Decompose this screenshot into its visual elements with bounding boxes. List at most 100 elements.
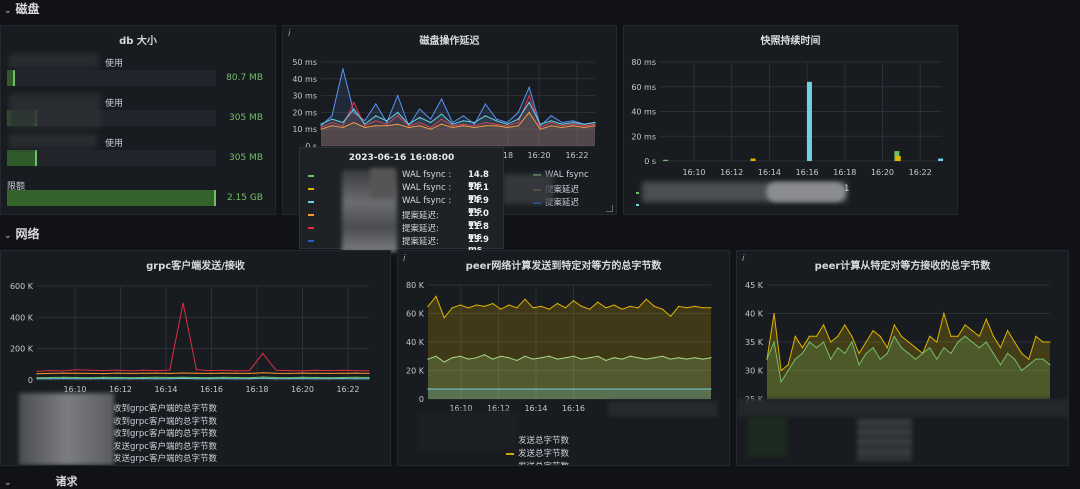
row-bottom-toggle[interactable]: ⌄诸求: [4, 473, 78, 489]
data-point: [419, 108, 420, 109]
row-network-toggle[interactable]: ⌄网络: [4, 225, 40, 242]
data-point: [143, 378, 144, 379]
data-point: [302, 378, 303, 379]
data-point: [993, 353, 994, 354]
data-point: [452, 124, 453, 125]
data-point: [329, 378, 330, 379]
series-area: [428, 389, 711, 399]
data-point: [950, 336, 951, 337]
data-point: [116, 377, 117, 378]
panel-peer-send[interactable]: i peer网络计算发送到特定对等方的总字节数 80 K60 K40 K20 K…: [397, 250, 730, 466]
data-point: [368, 377, 369, 378]
data-point: [551, 120, 552, 121]
redacted-label: [9, 134, 97, 148]
series-line: [37, 377, 369, 378]
data-point: [678, 357, 679, 358]
x-tick-label: 16:22: [565, 151, 588, 160]
legend-label: 收到grpc客户端的总字节数: [113, 417, 217, 427]
data-point: [1021, 353, 1022, 354]
data-point: [929, 347, 930, 348]
legend-item[interactable]: [636, 200, 643, 210]
chevron-down-icon: ⌄: [4, 231, 12, 241]
data-point: [90, 373, 91, 374]
data-point: [516, 360, 517, 361]
data-point: [710, 388, 711, 389]
data-point: [943, 347, 944, 348]
legend-item[interactable]: 收到grpc客户端的总字节数: [101, 415, 217, 427]
data-point: [169, 373, 170, 374]
redacted-legend: [766, 182, 846, 202]
data-point: [262, 376, 263, 377]
data-point: [773, 313, 774, 314]
data-point: [76, 369, 77, 370]
legend-item[interactable]: 发送grpc客户端的总字节数: [101, 440, 217, 452]
data-point: [1028, 364, 1029, 365]
panel-snapshot[interactable]: 快照持续时间 80 ms60 ms40 ms20 ms0 s16:1016:12…: [623, 25, 958, 215]
data-point: [500, 388, 501, 389]
data-point: [529, 102, 530, 103]
legend-item[interactable]: 收到grpc客户端的总字节数: [101, 427, 217, 439]
data-point: [249, 377, 250, 378]
legend-item[interactable]: 收到grpc客户端的总字节数: [101, 402, 217, 414]
data-point: [573, 300, 574, 301]
data-point: [638, 307, 639, 308]
gauge-cap: [13, 70, 15, 86]
legend-label: 发送grpc客户端的总字节数: [113, 454, 217, 464]
panel-peer-recv[interactable]: i peer计算从特定对等方接收的总字节数 45 K40 K35 K30 K25…: [736, 250, 1069, 466]
x-tick-label: 16:16: [796, 168, 819, 177]
data-point: [773, 341, 774, 342]
data-point: [90, 378, 91, 379]
data-point: [529, 87, 530, 88]
resize-handle[interactable]: [606, 205, 613, 212]
data-point: [943, 313, 944, 314]
data-point: [342, 377, 343, 378]
data-point: [795, 336, 796, 337]
y-tick-label: 80 ms: [631, 58, 656, 67]
legend-item[interactable]: 发送总字节数: [506, 460, 569, 466]
data-point: [485, 103, 486, 104]
data-point: [573, 356, 574, 357]
data-point: [654, 306, 655, 307]
panel-grpc[interactable]: grpc客户端发送/接收 600 K400 K200 K016:1016:121…: [0, 250, 391, 466]
data-point: [950, 353, 951, 354]
data-point: [702, 307, 703, 308]
data-point: [621, 388, 622, 389]
data-point: [430, 122, 431, 123]
data-point: [103, 370, 104, 371]
row-disk-title: 磁盘: [16, 2, 40, 16]
data-point: [613, 388, 614, 389]
data-point: [662, 388, 663, 389]
x-tick-label: 16:22: [336, 385, 359, 394]
data-point: [565, 307, 566, 308]
data-point: [262, 378, 263, 379]
bar: [663, 160, 668, 161]
redacted-area: [747, 417, 787, 457]
data-point: [289, 378, 290, 379]
data-point: [508, 388, 509, 389]
data-point: [915, 359, 916, 360]
data-point: [1049, 341, 1050, 342]
legend-swatch: [636, 204, 639, 206]
data-point: [686, 359, 687, 360]
data-point: [63, 377, 64, 378]
data-point: [50, 378, 51, 379]
series-swatch: [308, 214, 314, 216]
redacted-area: [857, 419, 912, 461]
series-line: [37, 373, 369, 374]
data-point: [169, 369, 170, 370]
data-point: [873, 330, 874, 331]
row-disk-toggle[interactable]: ⌄磁盘: [4, 0, 40, 17]
legend-item[interactable]: 发送grpc客户端的总字节数: [101, 452, 217, 464]
data-point: [209, 373, 210, 374]
panel-db-size[interactable]: db 大小 使用80.7 MB使用305 MB使用305 MB限额2.15 GB: [0, 25, 276, 215]
data-point: [460, 304, 461, 305]
data-point: [182, 303, 183, 304]
data-point: [1035, 336, 1036, 337]
legend-item[interactable]: [636, 188, 643, 198]
data-point: [541, 388, 542, 389]
data-point: [116, 378, 117, 379]
data-point: [397, 95, 398, 96]
data-point: [851, 336, 852, 337]
data-point: [686, 307, 687, 308]
data-point: [1014, 359, 1015, 360]
